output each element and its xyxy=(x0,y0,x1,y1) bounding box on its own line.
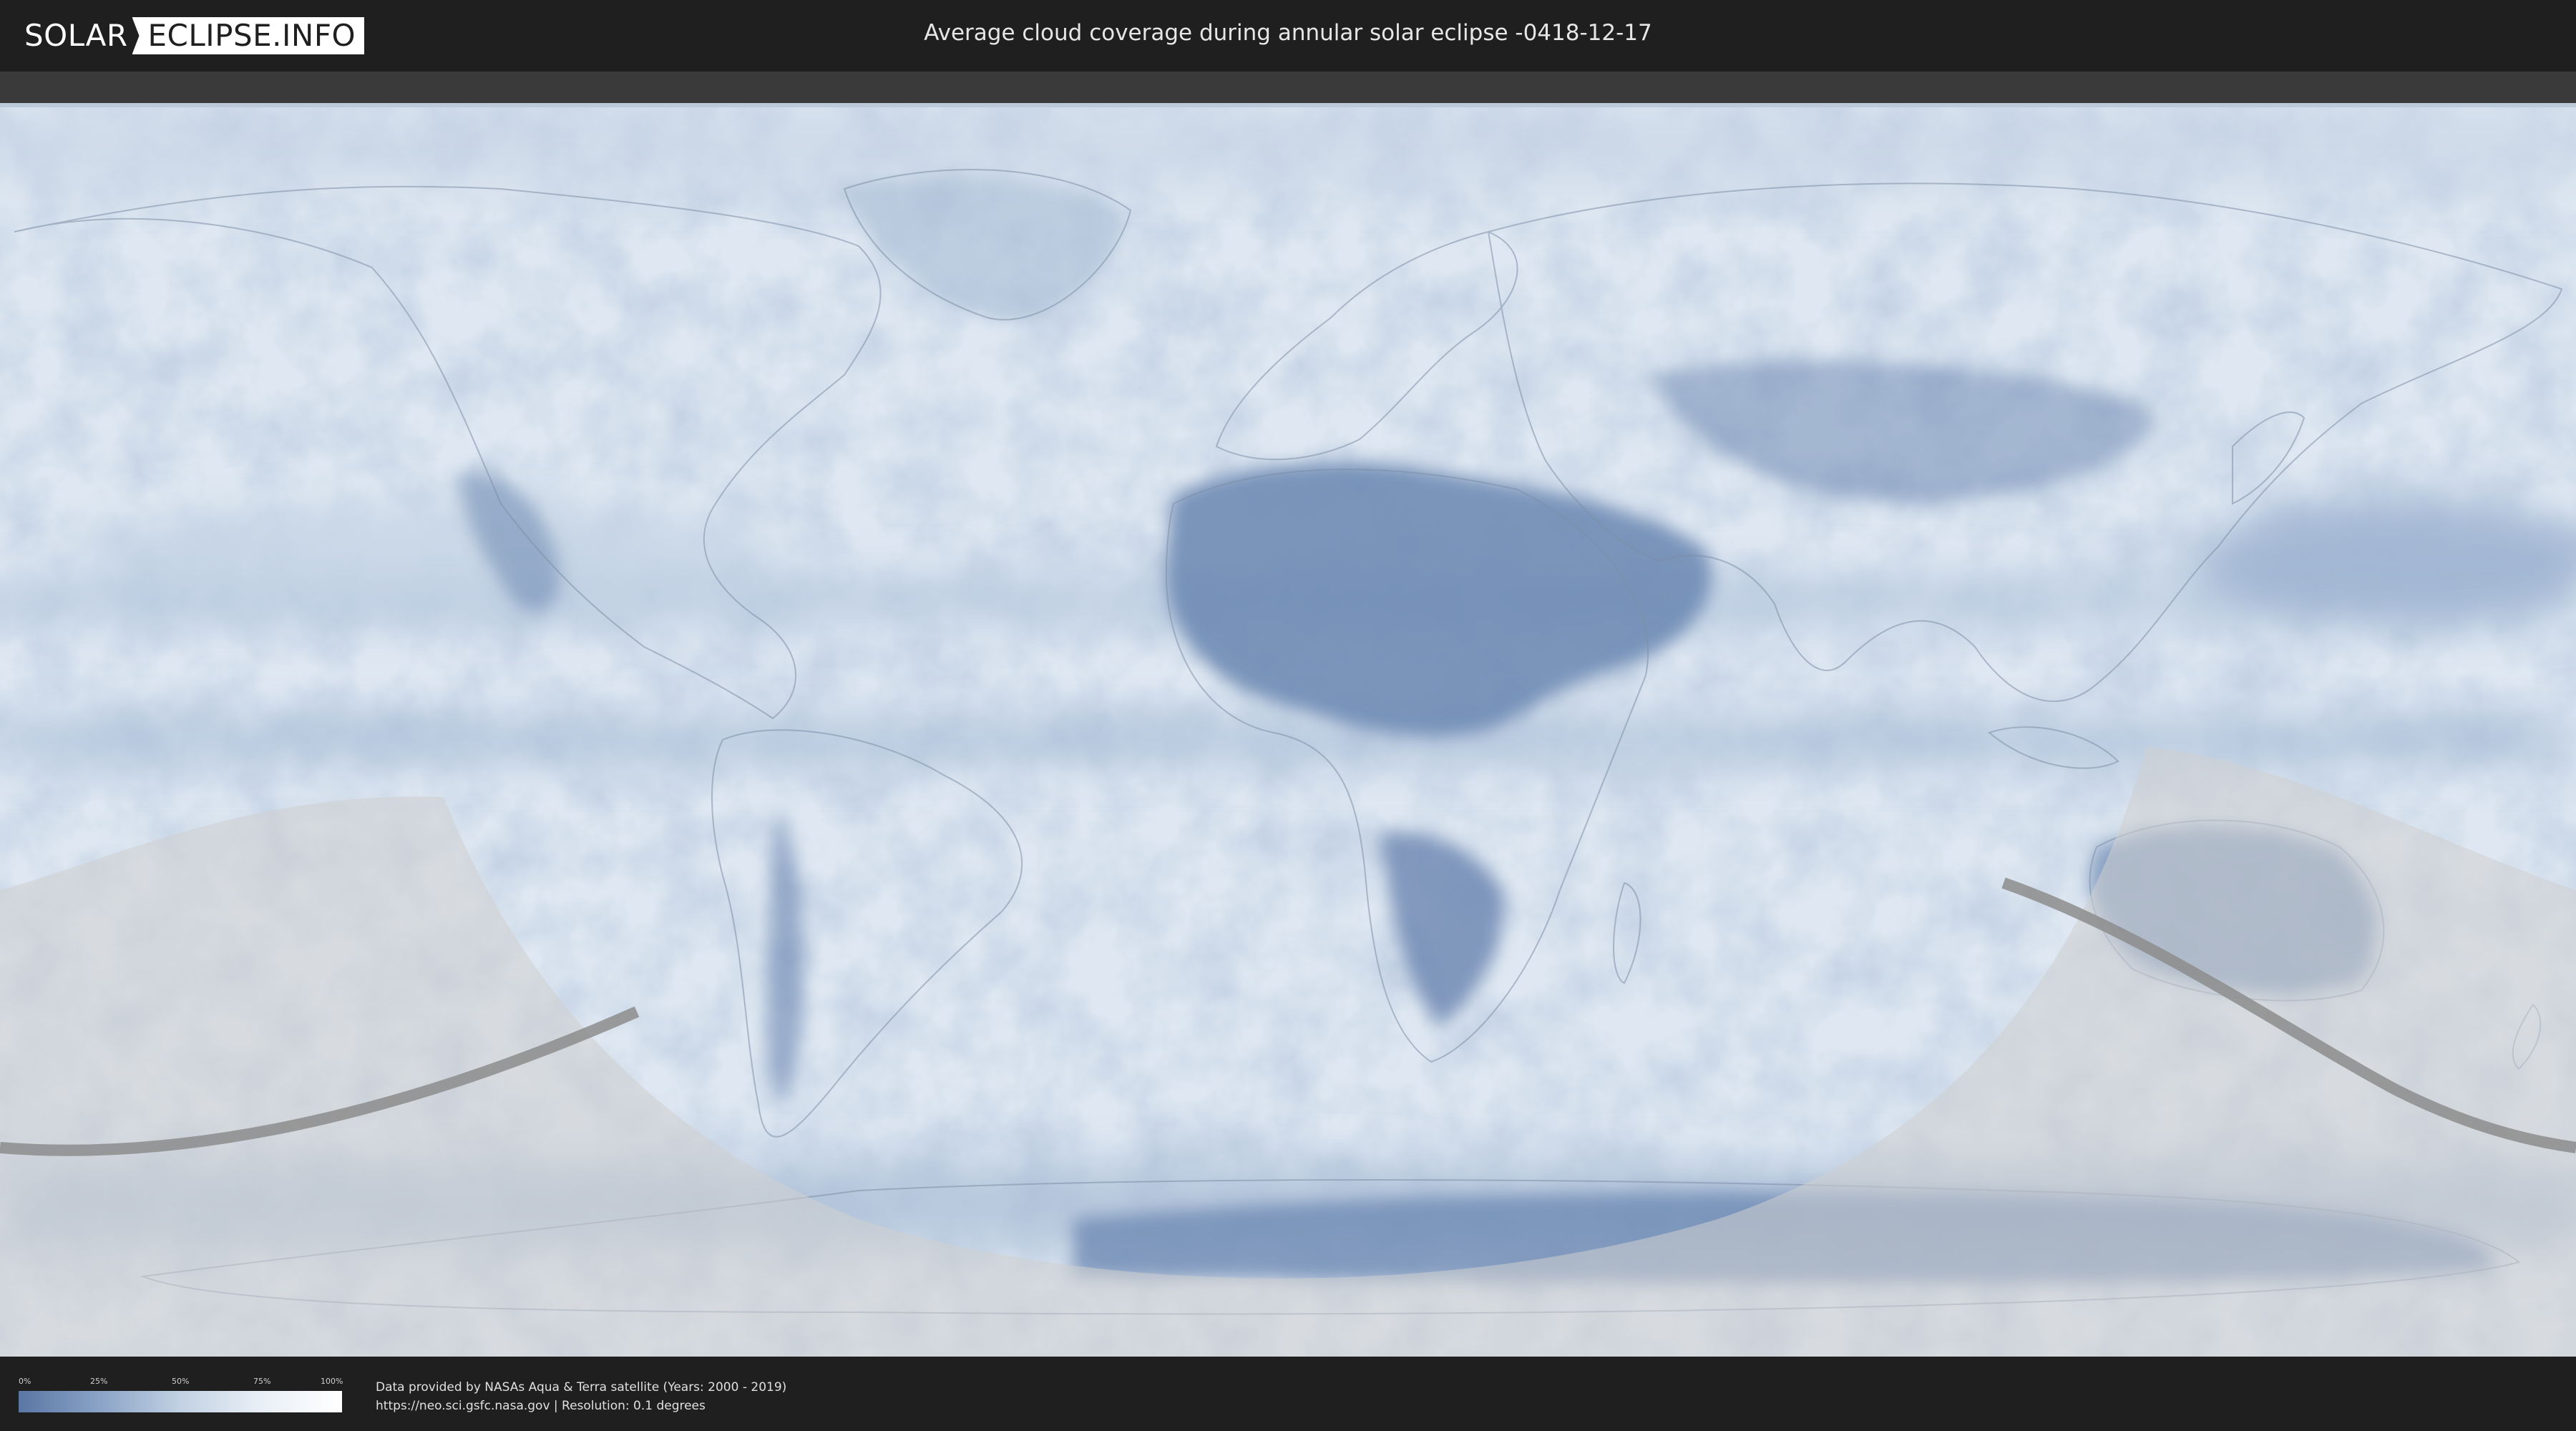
legend-tick-50: 50% xyxy=(172,1377,190,1386)
map-edge xyxy=(0,103,2576,107)
cloud-coverage-legend-bar xyxy=(19,1391,342,1412)
legend-tick-75: 75% xyxy=(253,1377,271,1386)
legend-tick-labels: 0% 25% 50% 75% 100% xyxy=(19,1377,343,1387)
page-title: Average cloud coverage during annular so… xyxy=(924,20,1652,46)
world-map-svg xyxy=(0,103,2576,1357)
data-credits: Data provided by NASAs Aqua & Terra sate… xyxy=(376,1378,786,1415)
legend-tick-25: 25% xyxy=(90,1377,108,1386)
cloud-coverage-map xyxy=(0,103,2576,1357)
header-bar: SOLAR ECLIPSE.INFO Average cloud coverag… xyxy=(0,0,2576,72)
map-top-border xyxy=(0,72,2576,103)
credits-line-url[interactable]: https://neo.sci.gsfc.nasa.gov | Resoluti… xyxy=(376,1397,786,1415)
legend-tick-0: 0% xyxy=(19,1377,31,1386)
legend-tick-100: 100% xyxy=(321,1377,343,1386)
credits-line-source: Data provided by NASAs Aqua & Terra sate… xyxy=(376,1380,787,1395)
